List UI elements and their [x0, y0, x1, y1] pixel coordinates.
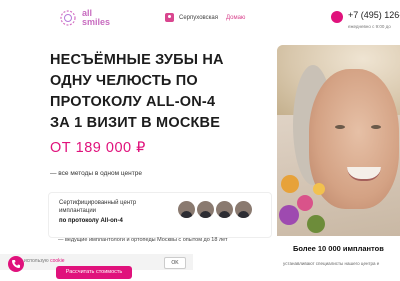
location-label: Серпуховская: [179, 14, 218, 21]
hero-photo: [277, 45, 400, 236]
logo-text: all smiles: [82, 8, 111, 27]
cookie-text: использую cookie: [24, 258, 65, 264]
flowers-shape: [277, 165, 337, 236]
hero-methods: — все методы в одном центре: [50, 170, 142, 177]
phone-number[interactable]: +7 (495) 126-2: [348, 10, 400, 20]
eye-shape: [371, 125, 381, 129]
card-protocol: по протоколу All-on-4: [59, 218, 123, 224]
doctors-text: — ведущие имплантологи и ортопеды Москвы…: [58, 237, 228, 243]
hero-price: ОТ 189 000 ₽: [50, 140, 146, 156]
metro-label[interactable]: Домаю: [226, 15, 245, 21]
certification-card: Сертифицированный центр имплантации по п…: [48, 192, 272, 238]
card-line: Сертифицированный центр: [59, 200, 137, 206]
doctor-avatar: [235, 201, 252, 218]
card-line: имплантации: [59, 208, 97, 214]
doctor-avatar: [178, 201, 195, 218]
logo[interactable]: all smiles: [58, 8, 110, 28]
hero-headline: НЕСЪЁМНЫЕ ЗУБЫ НА ОДНУ ЧЕЛЮСТЬ ПО ПРОТОК…: [50, 50, 280, 134]
implants-stat: Более 10 000 имплантов: [293, 244, 384, 253]
doctors-avatars: [176, 201, 252, 218]
cookie-link[interactable]: cookie: [50, 258, 64, 264]
calculate-cost-button[interactable]: Рассчитать стоимость: [56, 266, 132, 279]
headline-line: ЗА 1 ВИЗИТ В МОСКВЕ: [50, 115, 221, 131]
hero-text: НЕСЪЁМНЫЕ ЗУБЫ НА ОДНУ ЧЕЛЮСТЬ ПО ПРОТОК…: [50, 50, 280, 134]
phone-icon[interactable]: [331, 11, 343, 23]
implants-stat-sub: устанавливают специалисты нашего центра …: [283, 261, 380, 266]
location[interactable]: Серпуховская Домаю: [165, 13, 245, 22]
eye-shape: [335, 125, 345, 129]
call-fab-button[interactable]: [8, 256, 24, 272]
doctor-avatar: [197, 201, 214, 218]
phone-handset-icon: [12, 260, 20, 268]
phone-hours: ежедневно с 9:00 до: [348, 24, 391, 29]
headline-line: ОДНУ ЧЕЛЮСТЬ ПО: [50, 73, 198, 89]
doctor-avatar: [216, 201, 233, 218]
headline-line: НЕСЪЁМНЫЕ ЗУБЫ НА: [50, 52, 224, 68]
location-pin-icon: [165, 13, 174, 22]
cookie-ok-button[interactable]: OK: [164, 257, 186, 269]
site-header: all smiles Серпуховская Домаю +7 (495) 1…: [0, 0, 400, 38]
headline-line: ПРОТОКОЛУ ALL-ON-4: [50, 94, 216, 110]
logo-icon: [58, 8, 78, 28]
